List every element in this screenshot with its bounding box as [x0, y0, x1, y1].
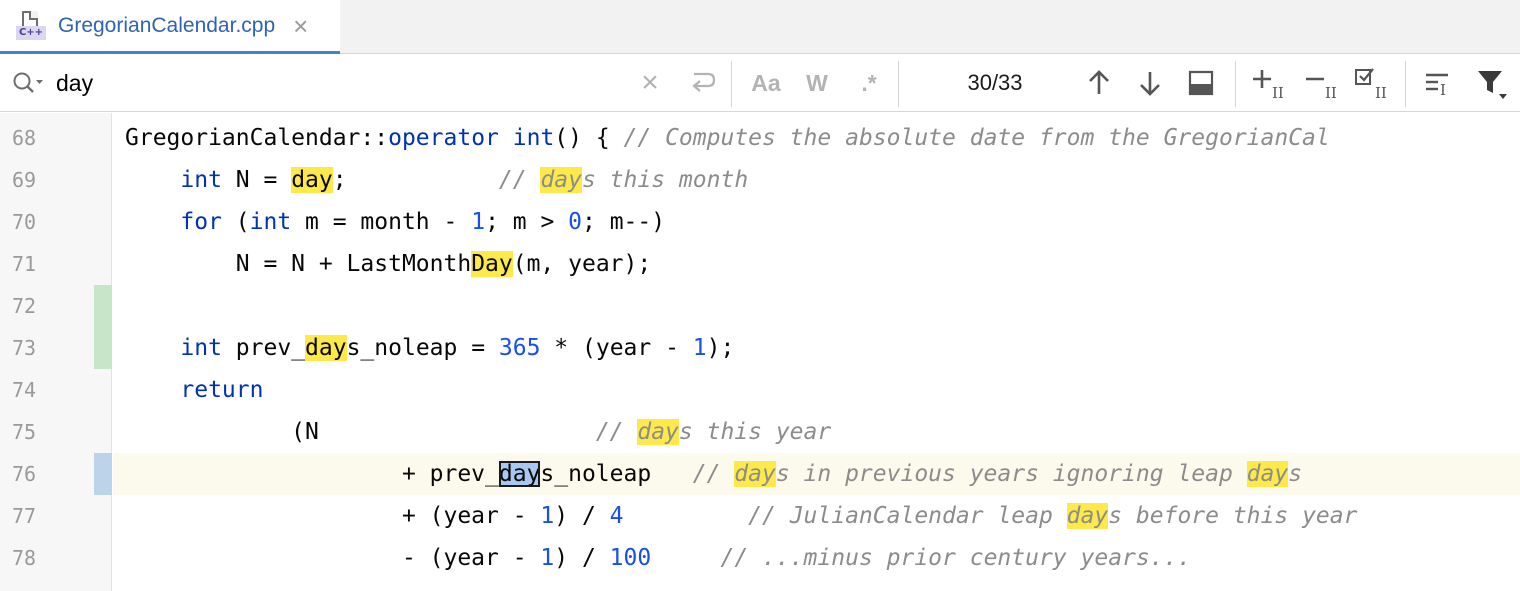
line-number: 75	[12, 411, 36, 453]
editor-tab-bar: C++ GregorianCalendar.cpp ×	[0, 0, 1520, 54]
search-match: day	[540, 167, 582, 193]
cpp-file-icon: C++	[14, 9, 48, 43]
code-line-73: 73 int prev_days_noleap = 365 * (year - …	[0, 327, 1520, 369]
search-in-selection-icon[interactable]: I	[1420, 67, 1456, 99]
vcs-added-marker[interactable]	[94, 285, 112, 327]
svg-text:II: II	[1325, 84, 1337, 101]
file-type-badge: C++	[16, 26, 46, 40]
line-number: 72	[12, 285, 36, 327]
line-number: 71	[12, 243, 36, 285]
code-line-76: 76 + prev_days_noleap // days in previou…	[0, 453, 1520, 495]
svg-text:II: II	[1272, 84, 1284, 101]
code-line-71: 71 N = N + LastMonthDay(m, year);	[0, 243, 1520, 285]
line-number: 73	[12, 327, 36, 369]
current-search-match: day	[499, 461, 541, 487]
search-match: Day	[471, 251, 513, 277]
code-line-68: 68 GregorianCalendar::operator int() { /…	[0, 117, 1520, 159]
code-line-74: 74 return	[0, 369, 1520, 411]
match-counter: 30/33	[940, 69, 1050, 97]
search-match: day	[291, 167, 333, 193]
code-text: int N = day; // days this month	[125, 159, 748, 201]
code-line-70: 70 for (int m = month - 1; m > 0; m--)	[0, 201, 1520, 243]
select-all-check-icon[interactable]: II	[1352, 65, 1392, 101]
svg-text:II: II	[1375, 84, 1387, 101]
previous-occurrence-icon[interactable]	[1084, 68, 1114, 98]
search-match: day	[1247, 461, 1289, 487]
remove-occurrence-icon[interactable]: II	[1302, 65, 1342, 101]
code-editor[interactable]: 68 GregorianCalendar::operator int() { /…	[0, 113, 1520, 591]
code-line-75: 75 (N // days this year	[0, 411, 1520, 453]
add-occurrence-icon[interactable]: II	[1249, 65, 1289, 101]
line-number: 77	[12, 495, 36, 537]
next-occurrence-icon[interactable]	[1135, 68, 1165, 98]
line-number: 69	[12, 159, 36, 201]
code-text: (N // days this year	[125, 411, 831, 453]
match-case-toggle[interactable]: Aa	[745, 67, 787, 99]
regex-toggle[interactable]: .*	[851, 67, 887, 99]
code-text: int prev_days_noleap = 365 * (year - 1);	[125, 327, 734, 369]
file-tab-gregoriancalendar[interactable]: C++ GregorianCalendar.cpp ×	[0, 0, 340, 54]
code-line-69: 69 int N = day; // days this month	[0, 159, 1520, 201]
code-text: - (year - 1) / 100 // ...minus prior cen…	[125, 537, 1191, 579]
search-history-icon[interactable]	[12, 70, 46, 96]
code-text: for (int m = month - 1; m > 0; m--)	[125, 201, 665, 243]
whole-words-toggle[interactable]: W	[799, 67, 835, 99]
line-number: 70	[12, 201, 36, 243]
code-text: GregorianCalendar::operator int() { // C…	[125, 117, 1330, 159]
code-text: + prev_days_noleap // days in previous y…	[125, 453, 1302, 495]
close-tab-icon[interactable]: ×	[293, 13, 308, 39]
svg-text:I: I	[1440, 81, 1446, 99]
line-number: 68	[12, 117, 36, 159]
find-in-file-bar: × Aa W .* 30/33 II II II I	[0, 55, 1520, 112]
code-text: + (year - 1) / 4 // JulianCalendar leap …	[125, 495, 1357, 537]
code-text: N = N + LastMonthDay(m, year);	[125, 243, 651, 285]
new-line-icon[interactable]	[686, 68, 720, 98]
vcs-modified-marker[interactable]	[94, 453, 112, 495]
code-line-72: 72	[0, 285, 1520, 327]
code-text: return	[125, 369, 263, 411]
search-match: day	[305, 335, 347, 361]
vcs-added-marker[interactable]	[94, 327, 112, 369]
code-line-78: 78 - (year - 1) / 100 // ...minus prior …	[0, 537, 1520, 579]
search-match: day	[1067, 503, 1109, 529]
search-match: day	[637, 419, 679, 445]
select-all-occurrences-icon[interactable]	[1185, 68, 1217, 98]
search-input[interactable]	[56, 65, 616, 101]
clear-search-icon[interactable]: ×	[634, 67, 666, 99]
filter-icon[interactable]	[1474, 66, 1510, 102]
line-number: 74	[12, 369, 36, 411]
code-line-77: 77 + (year - 1) / 4 // JulianCalendar le…	[0, 495, 1520, 537]
search-match: day	[734, 461, 776, 487]
line-number: 78	[12, 537, 36, 579]
line-number: 76	[12, 453, 36, 495]
tab-title: GregorianCalendar.cpp	[58, 14, 275, 38]
